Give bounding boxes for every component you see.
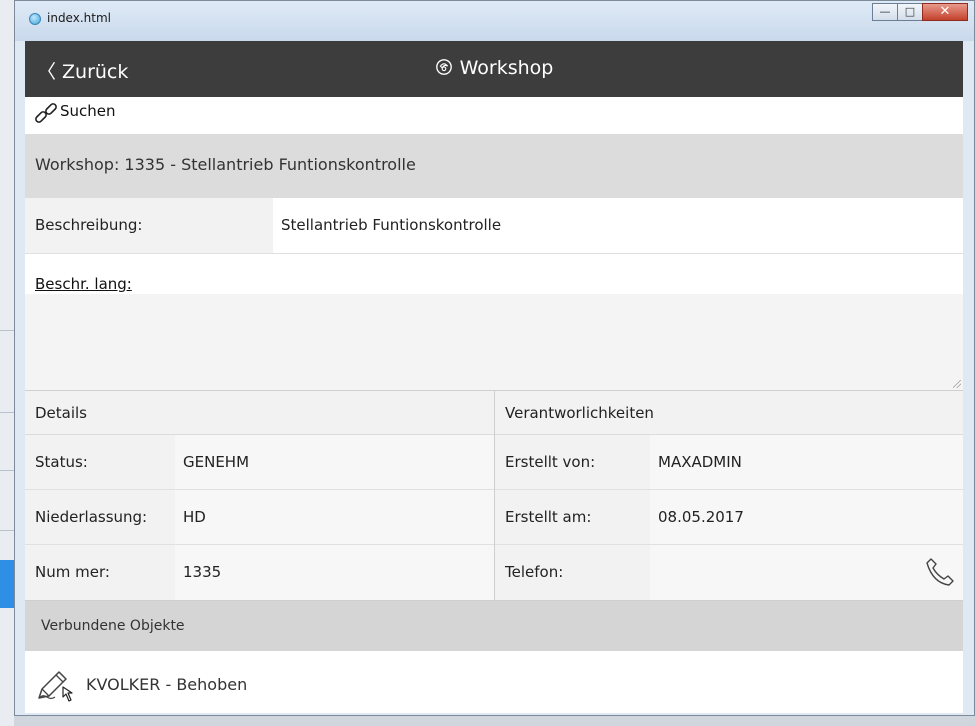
background-divider — [0, 470, 14, 471]
close-button[interactable]: ✕ — [922, 3, 968, 21]
maximize-button[interactable]: □ — [897, 3, 923, 21]
description-row: Beschreibung: Stellantrieb Funtionskontr… — [25, 198, 963, 254]
maximize-icon: □ — [904, 5, 916, 18]
page-title-text: Workshop — [459, 57, 554, 79]
detail-row-branch: Niederlassung: HD — [25, 490, 494, 545]
search-link[interactable]: Suchen — [60, 102, 116, 120]
branch-value: HD — [183, 508, 206, 526]
resp-row-phone: Telefon: — [495, 545, 963, 600]
close-icon: ✕ — [939, 4, 951, 19]
status-label: Status: — [35, 453, 88, 471]
connected-objects-title: Verbundene Objekte — [41, 618, 185, 634]
resp-row-created-by: Erstellt von: MAXADMIN — [495, 435, 963, 490]
long-description-link[interactable]: Beschr. lang: — [35, 275, 132, 293]
minimize-button[interactable]: — — [872, 3, 898, 21]
workshop-header: Workshop: 1335 - Stellantrieb Funtionsko… — [25, 134, 963, 198]
details-column: Details Status: GENEHM Niederlassung: HD… — [25, 391, 495, 601]
phone-field — [650, 545, 963, 600]
status-field: GENEHM — [175, 435, 494, 489]
resp-row-created-on: Erstellt am: 08.05.2017 — [495, 490, 963, 545]
long-description-textarea[interactable] — [25, 294, 963, 391]
search-link-row[interactable]: Suchen — [25, 97, 963, 133]
status-value: GENEHM — [183, 453, 250, 471]
number-label: Num mer: — [35, 563, 110, 581]
window-titlebar: index.html — □ ✕ — [15, 1, 974, 41]
created-on-label: Erstellt am: — [505, 508, 592, 526]
connected-object-item[interactable]: KVOLKER - Behoben — [25, 651, 963, 713]
background-divider — [0, 330, 14, 331]
resize-handle-icon[interactable] — [953, 380, 961, 388]
phone-label: Telefon: — [505, 563, 564, 581]
number-value: 1335 — [183, 563, 222, 581]
created-on-value: 08.05.2017 — [658, 508, 744, 526]
background-window-edge — [0, 0, 14, 726]
created-by-label: Erstellt von: — [505, 453, 596, 471]
app-icon — [29, 13, 41, 25]
description-value: Stellantrieb Funtionskontrolle — [281, 216, 502, 234]
background-divider — [0, 412, 14, 413]
description-label: Beschreibung: — [35, 216, 143, 234]
branch-field: HD — [175, 490, 494, 544]
window-controls: — □ ✕ — [872, 3, 968, 21]
responsibilities-header: Verantworlichkeiten — [495, 391, 963, 435]
details-header: Details — [25, 391, 494, 435]
workshop-icon — [435, 59, 452, 75]
minimize-icon: — — [879, 5, 891, 18]
created-on-field: 08.05.2017 — [650, 490, 963, 544]
top-navbar: 〈 Zurück Workshop — [25, 41, 963, 97]
pencil-icon — [38, 671, 73, 702]
details-title: Details — [35, 404, 88, 422]
connected-objects-header: Verbundene Objekte — [25, 601, 963, 651]
window-title: index.html — [47, 11, 111, 25]
connected-object-label: KVOLKER - Behoben — [86, 675, 248, 694]
responsibilities-title: Verantworlichkeiten — [505, 404, 654, 422]
background-divider — [0, 530, 14, 531]
detail-row-number: Num mer: 1335 — [25, 545, 494, 600]
details-section: Details Status: GENEHM Niederlassung: HD… — [25, 391, 963, 601]
app-content: 〈 Zurück Workshop Suchen Workshop: 1335 -… — [25, 41, 963, 713]
app-window: index.html — □ ✕ 〈 Zurück Workshop Suche… — [14, 0, 975, 716]
link-icon — [35, 103, 57, 123]
created-by-field: MAXADMIN — [650, 435, 963, 489]
workshop-header-text: Workshop: 1335 - Stellantrieb Funtionsko… — [35, 155, 416, 174]
responsibilities-column: Verantworlichkeiten Erstellt von: MAXADM… — [495, 391, 963, 601]
number-field: 1335 — [175, 545, 494, 600]
detail-row-status: Status: GENEHM — [25, 435, 494, 490]
page-title: Workshop — [25, 57, 963, 79]
description-field[interactable]: Stellantrieb Funtionskontrolle — [273, 198, 963, 253]
branch-label: Niederlassung: — [35, 508, 148, 526]
background-selection — [0, 560, 14, 608]
created-by-value: MAXADMIN — [658, 453, 742, 471]
phone-icon[interactable] — [923, 555, 957, 589]
